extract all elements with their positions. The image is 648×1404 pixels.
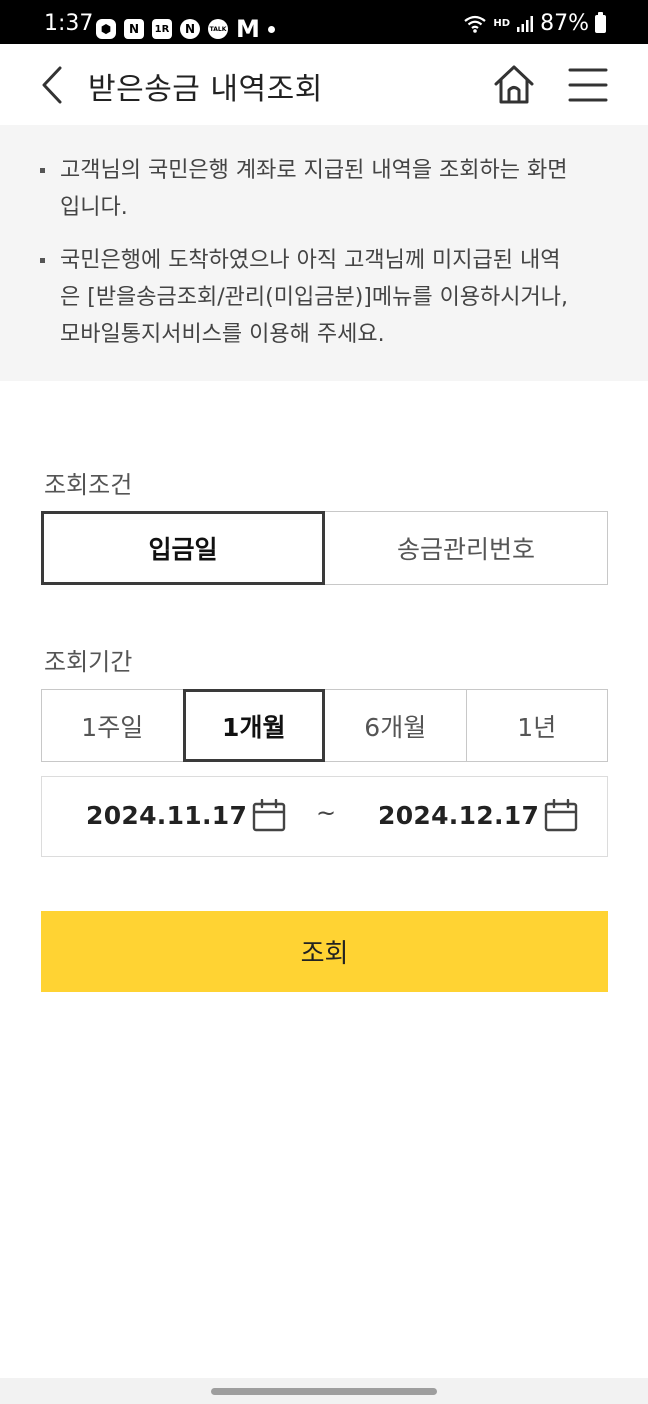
- more-notifications-icon: [267, 25, 275, 33]
- system-indicators: HD 87%: [463, 11, 606, 36]
- period-option-6months[interactable]: 6개월: [325, 690, 467, 761]
- period-option-1year[interactable]: 1년: [466, 690, 607, 761]
- calendar-icon[interactable]: [252, 799, 286, 833]
- notice-item: 국민은행에 도착하였으나 아직 고객님께 미지급된 내역은 [받을송금조회/관리…: [40, 242, 580, 353]
- period-option-1month[interactable]: 1개월: [182, 689, 325, 762]
- date-separator: ~: [316, 799, 337, 827]
- notification-icons: ⬢ N 1R N TALK M: [96, 17, 275, 41]
- end-date-field[interactable]: 2024.12.17: [378, 801, 539, 830]
- battery-icon: [595, 12, 606, 33]
- notice-box: 고객님의 국민은행 계좌로 지급된 내역을 조회하는 화면입니다. 국민은행에 …: [0, 125, 648, 381]
- kakaotalk-icon: TALK: [208, 19, 228, 39]
- condition-option-remittance-number[interactable]: 송금관리번호: [325, 512, 607, 584]
- onestore-icon: 1R: [152, 19, 172, 39]
- hd-voice-icon: HD: [493, 18, 511, 29]
- signal-icon: [517, 16, 534, 32]
- naver-circle-icon: N: [180, 19, 200, 39]
- box-icon: ⬢: [96, 19, 116, 39]
- start-date-field[interactable]: 2024.11.17: [86, 801, 247, 830]
- gmail-icon: M: [236, 15, 260, 43]
- page-title: 받은송금 내역조회: [88, 72, 323, 107]
- home-gesture-handle[interactable]: [211, 1388, 437, 1395]
- battery-percent: 87%: [540, 11, 589, 36]
- back-button[interactable]: [34, 62, 74, 108]
- date-range-field: 2024.11.17 ~ 2024.12.17: [41, 776, 608, 857]
- home-icon: [494, 65, 534, 104]
- app-header: 받은송금 내역조회: [0, 44, 648, 125]
- condition-segmented-control: 입금일 송금관리번호: [41, 511, 608, 585]
- wifi-icon: [464, 15, 487, 33]
- period-segmented-control: 1주일 1개월 6개월 1년: [41, 689, 608, 762]
- status-bar: 1:37 ⬢ N 1R N TALK M HD 87%: [0, 0, 648, 44]
- search-button[interactable]: 조회: [41, 911, 608, 992]
- condition-label: 조회조건: [44, 471, 133, 499]
- period-label: 조회기간: [44, 648, 133, 676]
- status-time: 1:37: [44, 11, 94, 36]
- chevron-left-icon: [42, 66, 62, 104]
- period-option-1week[interactable]: 1주일: [42, 690, 184, 761]
- calendar-icon[interactable]: [544, 799, 578, 833]
- notice-item: 고객님의 국민은행 계좌로 지급된 내역을 조회하는 화면입니다.: [40, 152, 580, 226]
- system-nav-bar: [0, 1378, 648, 1404]
- naver-icon: N: [124, 19, 144, 39]
- hamburger-menu-icon: [568, 68, 608, 102]
- condition-option-deposit-date[interactable]: 입금일: [41, 511, 325, 585]
- menu-button[interactable]: [566, 64, 610, 106]
- home-button[interactable]: [491, 62, 537, 108]
